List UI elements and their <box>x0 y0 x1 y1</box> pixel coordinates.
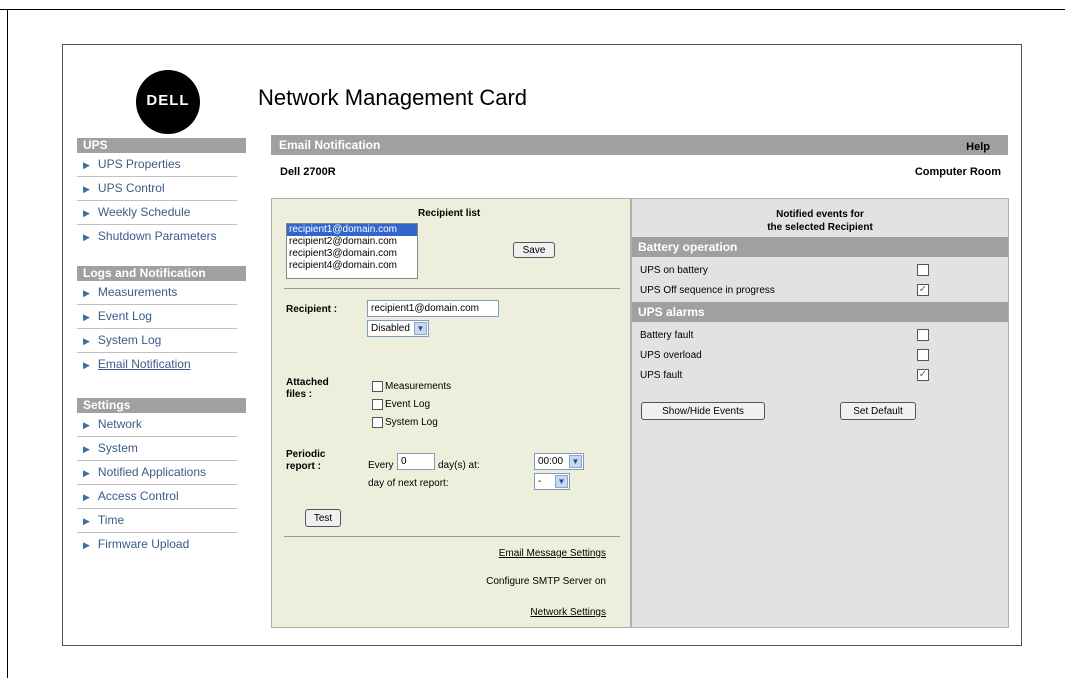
test-button[interactable]: Test <box>305 509 341 527</box>
days-at-label: day(s) at: <box>438 460 480 471</box>
arrow-right-icon: ▶ <box>83 468 90 478</box>
chevron-down-icon: ▼ <box>414 322 427 335</box>
event-label: UPS overload <box>640 350 702 361</box>
recipient-option[interactable]: recipient2@domain.com <box>287 236 417 248</box>
attached-files-label: Attached files : <box>286 377 329 400</box>
recipient-label: Recipient : <box>286 304 338 315</box>
next-day-select[interactable]: - ▼ <box>534 473 570 490</box>
recipient-input[interactable]: recipient1@domain.com <box>367 300 499 317</box>
status-select[interactable]: Disabled ▼ <box>367 320 429 337</box>
arrow-right-icon: ▶ <box>83 208 90 218</box>
events-title: Notified events for the selected Recipie… <box>767 209 873 233</box>
events-panel: Notified events for the selected Recipie… <box>631 198 1009 628</box>
event-checkbox-checked[interactable]: ✓ <box>917 369 929 381</box>
page-title: Network Management Card <box>258 85 528 110</box>
show-hide-events-button[interactable]: Show/Hide Events <box>641 402 765 420</box>
save-button[interactable]: Save <box>513 242 555 258</box>
chevron-down-icon: ▼ <box>569 455 582 468</box>
event-checkbox[interactable] <box>917 349 929 361</box>
divider <box>284 288 620 289</box>
content-header: Email Notification Help <box>271 135 1008 155</box>
frame-top-line <box>0 9 1065 10</box>
ups-location: Computer Room <box>914 166 1001 178</box>
arrow-right-icon: ▶ <box>83 288 90 298</box>
arrow-right-icon: ▶ <box>83 184 90 194</box>
days-input[interactable]: 0 <box>397 453 435 470</box>
arrow-right-icon: ▶ <box>83 312 90 322</box>
event-label: UPS Off sequence in progress <box>640 285 775 296</box>
attach-measurements-checkbox[interactable]: Measurements <box>372 381 451 392</box>
attach-system-log-checkbox[interactable]: System Log <box>372 417 438 428</box>
checkbox-icon <box>372 417 383 428</box>
sidebar-item-notified-applications[interactable]: ▶ Notified Applications <box>77 461 237 485</box>
event-label: UPS fault <box>640 370 683 381</box>
recipient-listbox[interactable]: recipient1@domain.com recipient2@domain.… <box>286 223 418 279</box>
recipient-panel: Recipient list recipient1@domain.com rec… <box>271 198 631 628</box>
arrow-right-icon: ▶ <box>83 232 90 242</box>
arrow-right-icon: ▶ <box>83 420 90 430</box>
sidebar-item-time[interactable]: ▶ Time <box>77 509 237 533</box>
arrow-right-icon: ▶ <box>83 336 90 346</box>
help-link[interactable]: Help <box>966 141 990 153</box>
ups-model: Dell 2700R <box>280 166 336 178</box>
recipient-option[interactable]: recipient3@domain.com <box>287 248 417 260</box>
sidebar-item-event-log[interactable]: ▶ Event Log <box>77 305 237 329</box>
frame-left-line <box>7 9 8 678</box>
arrow-right-icon: ▶ <box>83 160 90 170</box>
sidebar-item-measurements[interactable]: ▶ Measurements <box>77 281 237 305</box>
sidebar-ups: UPS ▶ UPS Properties ▶ UPS Control ▶ Weekly… <box>77 138 246 249</box>
group-ups-alarms: UPS alarms <box>632 302 1008 322</box>
sidebar-item-system-log[interactable]: ▶ System Log <box>77 329 237 353</box>
time-select[interactable]: 00:00 ▼ <box>534 453 584 470</box>
sidebar-logs: Logs and Notification ▶ Measurements ▶ Eve… <box>77 266 246 377</box>
arrow-right-icon: ▶ <box>83 360 90 370</box>
recipient-list-title: Recipient list <box>418 208 481 219</box>
sidebar-item-access-control[interactable]: ▶ Access Control <box>77 485 237 509</box>
sidebar-item-weekly-schedule[interactable]: ▶ Weekly Schedule <box>77 201 237 225</box>
chevron-down-icon: ▼ <box>555 475 568 488</box>
sidebar-item-ups-properties[interactable]: ▶ UPS Properties <box>77 153 237 177</box>
arrow-right-icon: ▶ <box>83 516 90 526</box>
smtp-text: Configure SMTP Server on <box>486 576 606 587</box>
email-message-settings-link[interactable]: Email Message Settings <box>499 548 606 559</box>
sidebar-item-system[interactable]: ▶ System <box>77 437 237 461</box>
content-title: Email Notification <box>279 138 381 152</box>
group-battery-operation: Battery operation <box>632 237 1008 257</box>
checkbox-icon <box>372 399 383 410</box>
sidebar-item-firmware-upload[interactable]: ▶ Firmware Upload <box>77 533 237 557</box>
next-report-label: day of next report: <box>368 478 449 489</box>
periodic-report-label: Periodic report : <box>286 449 326 472</box>
sidebar-settings: Settings ▶ Network ▶ System ▶ Notified Appl… <box>77 398 246 557</box>
attach-event-log-checkbox[interactable]: Event Log <box>372 399 430 410</box>
sidebar-item-network[interactable]: ▶ Network <box>77 413 237 437</box>
recipient-option[interactable]: recipient1@domain.com <box>287 224 417 236</box>
sidebar-section-logs: Logs and Notification <box>77 266 246 281</box>
event-checkbox[interactable] <box>917 329 929 341</box>
set-default-button[interactable]: Set Default <box>840 402 916 420</box>
checkbox-icon <box>372 381 383 392</box>
arrow-right-icon: ▶ <box>83 540 90 550</box>
sidebar-section-settings: Settings <box>77 398 246 413</box>
sidebar-section-ups: UPS <box>77 138 246 153</box>
arrow-right-icon: ▶ <box>83 444 90 454</box>
every-label: Every <box>368 460 394 471</box>
network-settings-link[interactable]: Network Settings <box>530 607 606 618</box>
event-checkbox-checked[interactable]: ✓ <box>917 284 929 296</box>
divider <box>284 536 620 537</box>
sidebar-item-ups-control[interactable]: ▶ UPS Control <box>77 177 237 201</box>
arrow-right-icon: ▶ <box>83 492 90 502</box>
event-label: UPS on battery <box>640 265 708 276</box>
event-checkbox[interactable] <box>917 264 929 276</box>
event-label: Battery fault <box>640 330 694 341</box>
sidebar-item-shutdown-parameters[interactable]: ▶ Shutdown Parameters <box>77 225 237 249</box>
sidebar-item-email-notification[interactable]: ▶ Email Notification <box>77 353 237 377</box>
recipient-option[interactable]: recipient4@domain.com <box>287 260 417 272</box>
dell-logo: DELL <box>136 70 200 134</box>
